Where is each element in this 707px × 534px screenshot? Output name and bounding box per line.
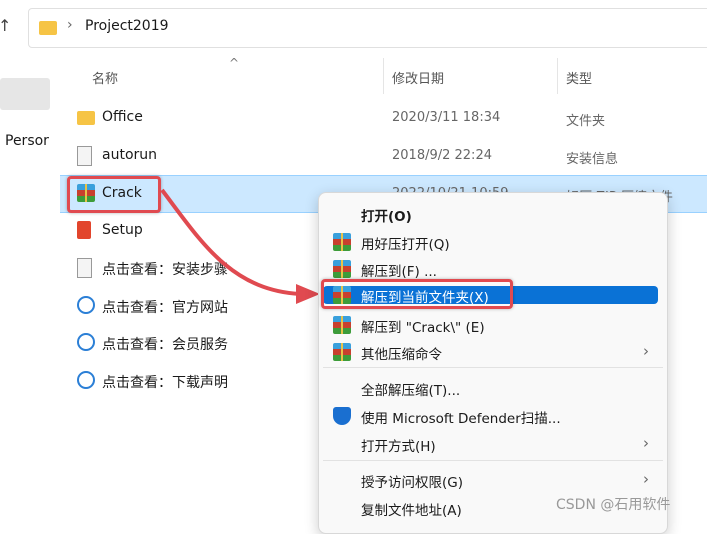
menu-item[interactable]: 打开(O) — [323, 201, 659, 227]
menu-item-label: 复制文件地址(A) — [361, 503, 462, 519]
menu-item-label: 用好压打开(Q) — [361, 237, 450, 253]
archive-icon — [333, 260, 351, 278]
menu-item[interactable]: 授予访问权限(G) › — [323, 467, 659, 493]
archive-icon — [333, 316, 351, 334]
menu-item-label: 全部解压缩(T)... — [361, 383, 461, 399]
menu-item-label: 打开方式(H) — [361, 439, 436, 455]
menu-separator — [323, 460, 663, 461]
annotation-box-extract-here — [321, 279, 513, 309]
chevron-right-icon: › — [643, 342, 649, 360]
menu-item[interactable]: 用好压打开(Q) — [323, 229, 659, 255]
menu-item-label: 授予访问权限(G) — [361, 475, 463, 491]
archive-icon — [333, 343, 351, 361]
menu-item-label: 使用 Microsoft Defender扫描... — [361, 411, 561, 427]
chevron-right-icon: › — [643, 470, 649, 488]
chevron-right-icon: › — [643, 434, 649, 452]
menu-item-label: 解压到 "Crack\" (E) — [361, 320, 485, 336]
menu-item[interactable]: 打开方式(H) › — [323, 431, 659, 457]
watermark: CSDN @石用软件 — [556, 497, 671, 513]
menu-item[interactable]: 使用 Microsoft Defender扫描... — [323, 403, 659, 429]
context-menu: 打开(O) 用好压打开(Q) 解压到(F) ... 解压到当前文件夹(X) 解压到 "C… — [318, 192, 668, 534]
archive-icon — [333, 233, 351, 251]
menu-item[interactable]: 其他压缩命令 › — [323, 339, 659, 365]
shield-icon — [333, 407, 351, 425]
menu-item-label: 打开(O) — [361, 209, 412, 225]
menu-item[interactable]: 解压到 "Crack\" (E) — [323, 312, 659, 338]
menu-item-label: 其他压缩命令 — [361, 347, 442, 363]
menu-item[interactable]: 全部解压缩(T)... — [323, 375, 659, 401]
menu-item-label: 解压到(F) ... — [361, 264, 437, 280]
menu-separator — [323, 367, 663, 368]
